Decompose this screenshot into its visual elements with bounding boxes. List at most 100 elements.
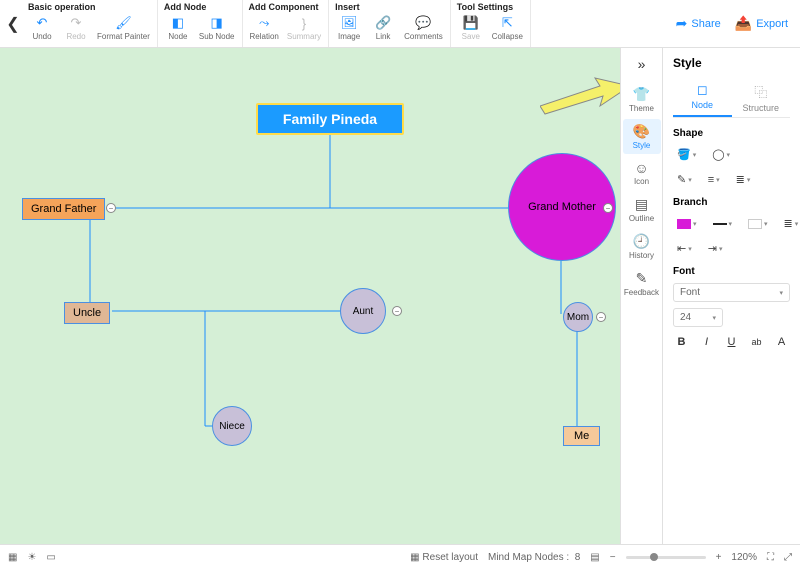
save-button[interactable]: 💾Save xyxy=(457,14,485,42)
outline-icon: ▤ xyxy=(635,196,648,213)
nodes-count: Mind Map Nodes : 8 xyxy=(488,552,580,563)
save-icon: 💾 xyxy=(463,15,479,31)
toggle[interactable]: − xyxy=(596,312,606,322)
group-title: Add Node xyxy=(164,2,236,12)
zoom-in[interactable]: + xyxy=(716,552,722,563)
status-bar: ▦ ☀ ▭ ▦ Reset layout Mind Map Nodes : 8 … xyxy=(0,544,800,570)
link-icon: 🔗 xyxy=(375,15,391,31)
branch-line[interactable]: ▾ xyxy=(709,217,737,231)
image-button[interactable]: 🖼Image xyxy=(335,14,363,42)
feedback-icon: ✎ xyxy=(636,270,648,287)
border-color[interactable]: ✎▾ xyxy=(673,170,696,189)
node-grand-father[interactable]: Grand Father xyxy=(22,198,105,220)
arrow-icon: ⇥ xyxy=(708,242,717,255)
grid-toggle[interactable]: ▦ xyxy=(8,552,17,563)
summary-icon: } xyxy=(302,15,306,31)
collapse-button[interactable]: ⇱Collapse xyxy=(491,14,524,42)
box-icon xyxy=(748,219,762,229)
right-column: » 👕Theme 🎨Style ☺Icon ▤Outline 🕘History … xyxy=(620,48,662,544)
fullscreen-button[interactable]: ⤢ xyxy=(784,552,792,563)
format-painter-button[interactable]: 🖌Format Painter xyxy=(96,14,151,42)
fit-button[interactable]: ⛶ xyxy=(767,552,774,563)
border-width[interactable]: ≣▾ xyxy=(732,170,755,189)
italic-button[interactable]: I xyxy=(698,333,715,351)
node-aunt[interactable]: Aunt xyxy=(340,288,386,334)
toggle[interactable]: − xyxy=(106,203,116,213)
canvas[interactable]: Family Pineda Grand Father − Grand Mothe… xyxy=(0,48,620,544)
arrow-icon: ⇤ xyxy=(677,242,686,255)
shape-type[interactable]: ◯▾ xyxy=(708,145,734,164)
undo-icon: ↶ xyxy=(37,15,48,31)
branch-fill[interactable]: ▾ xyxy=(673,216,701,232)
rc-theme[interactable]: 👕Theme xyxy=(623,82,661,117)
comments-button[interactable]: 💬Comments xyxy=(403,14,444,42)
sub-node-button[interactable]: ◨Sub Node xyxy=(198,14,236,42)
node-grand-mother[interactable]: Grand Mother xyxy=(508,153,616,261)
border-style[interactable]: ≡▾ xyxy=(704,171,724,189)
root-node[interactable]: Family Pineda xyxy=(256,103,404,135)
toggle[interactable]: − xyxy=(603,203,613,213)
width-icon: ≣ xyxy=(736,173,745,186)
node-icon: ◧ xyxy=(172,15,184,31)
section-font: Font xyxy=(673,266,790,277)
rc-feedback[interactable]: ✎Feedback xyxy=(623,266,661,301)
cards-toggle[interactable]: ▭ xyxy=(46,552,55,563)
share-icon: ➦ xyxy=(676,15,688,32)
pointer-arrow xyxy=(540,76,620,116)
group-title: Insert xyxy=(335,2,444,12)
group-add-component: Add Component ⤳Relation }Summary xyxy=(243,0,330,47)
pen-icon: ✎ xyxy=(677,173,686,186)
rc-history[interactable]: 🕘History xyxy=(623,229,661,264)
toggle[interactable]: − xyxy=(392,306,402,316)
tab-structure[interactable]: ⿻Structure xyxy=(732,78,791,117)
branch-width[interactable]: ≣▾ xyxy=(780,214,800,233)
slider-handle[interactable] xyxy=(650,553,658,561)
redo-button[interactable]: ↷Redo xyxy=(62,14,90,42)
share-button[interactable]: ➦Share xyxy=(676,15,721,32)
node-me[interactable]: Me xyxy=(563,426,600,446)
shape-icon: ◯ xyxy=(712,148,724,161)
undo-button[interactable]: ↶Undo xyxy=(28,14,56,42)
branch-start[interactable]: ⇤▾ xyxy=(673,239,696,258)
zoom-level: 120% xyxy=(731,552,757,563)
node-mom[interactable]: Mom xyxy=(563,302,593,332)
bold-button[interactable]: B xyxy=(673,333,690,351)
export-button[interactable]: 📤Export xyxy=(735,15,788,32)
rc-icon[interactable]: ☺Icon xyxy=(623,156,661,190)
reset-layout-button[interactable]: ▦ Reset layout xyxy=(410,552,478,563)
strike-button[interactable]: ab xyxy=(748,333,765,351)
group-tool-settings: Tool Settings 💾Save ⇱Collapse xyxy=(451,0,531,47)
width-icon: ≣ xyxy=(784,217,793,230)
back-button[interactable]: ❮ xyxy=(4,0,22,47)
font-size-select[interactable]: 24▾ xyxy=(673,308,723,327)
node-niece[interactable]: Niece xyxy=(212,406,252,446)
fill-color[interactable]: 🪣▾ xyxy=(673,145,700,164)
summary-button[interactable]: }Summary xyxy=(286,14,322,42)
theme-toggle[interactable]: ☀ xyxy=(27,552,36,563)
tab-node[interactable]: ◻Node xyxy=(673,78,732,117)
rc-outline[interactable]: ▤Outline xyxy=(623,192,661,227)
zoom-out[interactable]: − xyxy=(610,552,616,563)
rc-style[interactable]: 🎨Style xyxy=(623,119,661,154)
link-button[interactable]: 🔗Link xyxy=(369,14,397,42)
bucket-icon: 🪣 xyxy=(677,148,691,161)
style-icon: 🎨 xyxy=(633,123,650,140)
node-uncle[interactable]: Uncle xyxy=(64,302,110,324)
underline-button[interactable]: U xyxy=(723,333,740,351)
layers-button[interactable]: ▤ xyxy=(590,552,599,563)
font-color-button[interactable]: A xyxy=(773,333,790,351)
branch-end[interactable]: ⇥▾ xyxy=(704,239,727,258)
brush-icon: 🖌 xyxy=(115,15,132,31)
group-add-node: Add Node ◧Node ◨Sub Node xyxy=(158,0,243,47)
export-icon: 📤 xyxy=(735,15,752,32)
branch-shape[interactable]: ▾ xyxy=(744,216,772,232)
swatch-icon xyxy=(713,223,727,225)
group-title: Basic operation xyxy=(28,2,151,12)
icon-icon: ☺ xyxy=(634,160,648,176)
history-icon: 🕘 xyxy=(633,233,650,250)
relation-button[interactable]: ⤳Relation xyxy=(249,14,280,42)
font-family-select[interactable]: Font▾ xyxy=(673,283,790,302)
zoom-slider[interactable] xyxy=(626,556,706,559)
panel-collapse[interactable]: » xyxy=(638,56,646,72)
node-button[interactable]: ◧Node xyxy=(164,14,192,42)
